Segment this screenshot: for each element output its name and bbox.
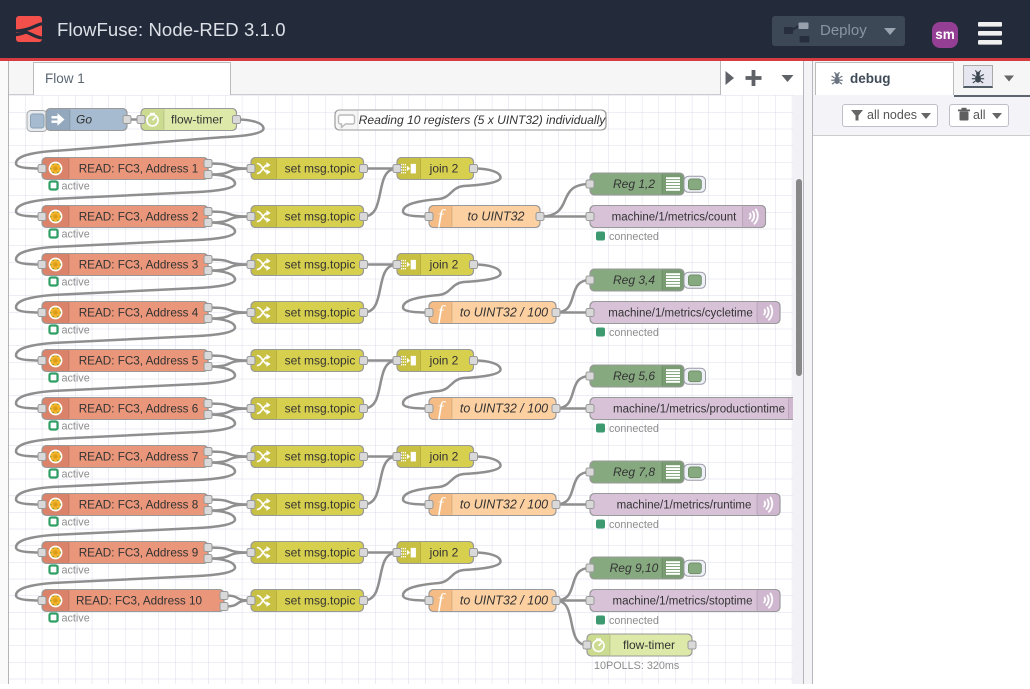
svg-text:READ: FC3, Address 3: READ: FC3, Address 3	[79, 259, 199, 272]
svg-text:READ: FC3, Address 2: READ: FC3, Address 2	[79, 211, 199, 224]
svg-text:to UINT32 / 100: to UINT32 / 100	[460, 402, 548, 416]
svg-text:to UINT32 / 100: to UINT32 / 100	[460, 306, 548, 320]
svg-text:active: active	[62, 421, 90, 433]
svg-text:Reg 3,4: Reg 3,4	[613, 273, 655, 287]
svg-text:active: active	[62, 469, 90, 481]
svg-text:connected: connected	[609, 327, 659, 339]
svg-text:Go: Go	[76, 113, 92, 127]
svg-text:to UINT32 / 100: to UINT32 / 100	[460, 594, 548, 608]
svg-text:Reading 10 registers (5 x UINT: Reading 10 registers (5 x UINT32) indivi…	[359, 113, 607, 127]
svg-text:machine/1/metrics/runtime: machine/1/metrics/runtime	[617, 500, 752, 512]
svg-text:READ: FC3, Address 9: READ: FC3, Address 9	[79, 547, 199, 560]
svg-text:join 2: join 2	[429, 162, 459, 176]
svg-text:active: active	[62, 565, 90, 577]
svg-text:set msg.topic: set msg.topic	[285, 546, 356, 560]
svg-text:flow-timer: flow-timer	[171, 113, 223, 127]
svg-text:machine/1/metrics/cycletime: machine/1/metrics/cycletime	[608, 308, 752, 320]
svg-text:set msg.topic: set msg.topic	[285, 402, 356, 416]
svg-text:active: active	[62, 325, 90, 337]
svg-text:active: active	[62, 517, 90, 529]
svg-text:active: active	[62, 277, 90, 289]
svg-text:Reg 5,6: Reg 5,6	[613, 369, 655, 383]
svg-text:READ: FC3, Address 10: READ: FC3, Address 10	[76, 595, 203, 608]
svg-text:READ: FC3, Address 4: READ: FC3, Address 4	[79, 307, 199, 320]
svg-text:join 2: join 2	[429, 546, 459, 560]
svg-text:READ: FC3, Address 1: READ: FC3, Address 1	[79, 163, 199, 176]
svg-text:set msg.topic: set msg.topic	[285, 354, 356, 368]
svg-text:READ: FC3, Address 6: READ: FC3, Address 6	[79, 403, 199, 416]
svg-text:active: active	[62, 229, 90, 241]
svg-text:active: active	[62, 373, 90, 385]
svg-text:connected: connected	[609, 231, 659, 243]
svg-text:join 2: join 2	[429, 354, 459, 368]
svg-text:join 2: join 2	[429, 450, 459, 464]
svg-text:set msg.topic: set msg.topic	[285, 450, 356, 464]
svg-text:machine/1/metrics/count: machine/1/metrics/count	[612, 212, 737, 224]
svg-text:set msg.topic: set msg.topic	[285, 258, 356, 272]
svg-text:connected: connected	[609, 519, 659, 531]
svg-text:READ: FC3, Address 5: READ: FC3, Address 5	[79, 355, 199, 368]
svg-text:set msg.topic: set msg.topic	[285, 498, 356, 512]
svg-text:machine/1/metrics/productionti: machine/1/metrics/productiontime	[613, 404, 785, 416]
svg-text:Reg 9,10: Reg 9,10	[610, 561, 659, 575]
svg-text:READ: FC3, Address 8: READ: FC3, Address 8	[79, 499, 199, 512]
svg-text:connected: connected	[609, 615, 659, 627]
svg-text:Reg 1,2: Reg 1,2	[613, 177, 655, 191]
svg-text:join 2: join 2	[429, 258, 459, 272]
svg-text:READ: FC3, Address 7: READ: FC3, Address 7	[79, 451, 199, 464]
svg-text:set msg.topic: set msg.topic	[285, 594, 356, 608]
svg-text:set msg.topic: set msg.topic	[285, 210, 356, 224]
svg-text:flow-timer: flow-timer	[623, 638, 675, 652]
svg-text:to UINT32 / 100: to UINT32 / 100	[460, 498, 548, 512]
svg-text:10POLLS: 320ms: 10POLLS: 320ms	[594, 660, 680, 672]
svg-text:set msg.topic: set msg.topic	[285, 162, 356, 176]
svg-text:active: active	[62, 181, 90, 193]
svg-text:to UINT32: to UINT32	[468, 210, 525, 224]
svg-text:set msg.topic: set msg.topic	[285, 306, 356, 320]
svg-text:connected: connected	[609, 423, 659, 435]
svg-text:active: active	[62, 613, 90, 625]
svg-text:machine/1/metrics/stoptime: machine/1/metrics/stoptime	[613, 596, 753, 608]
svg-text:Reg 7,8: Reg 7,8	[613, 465, 655, 479]
